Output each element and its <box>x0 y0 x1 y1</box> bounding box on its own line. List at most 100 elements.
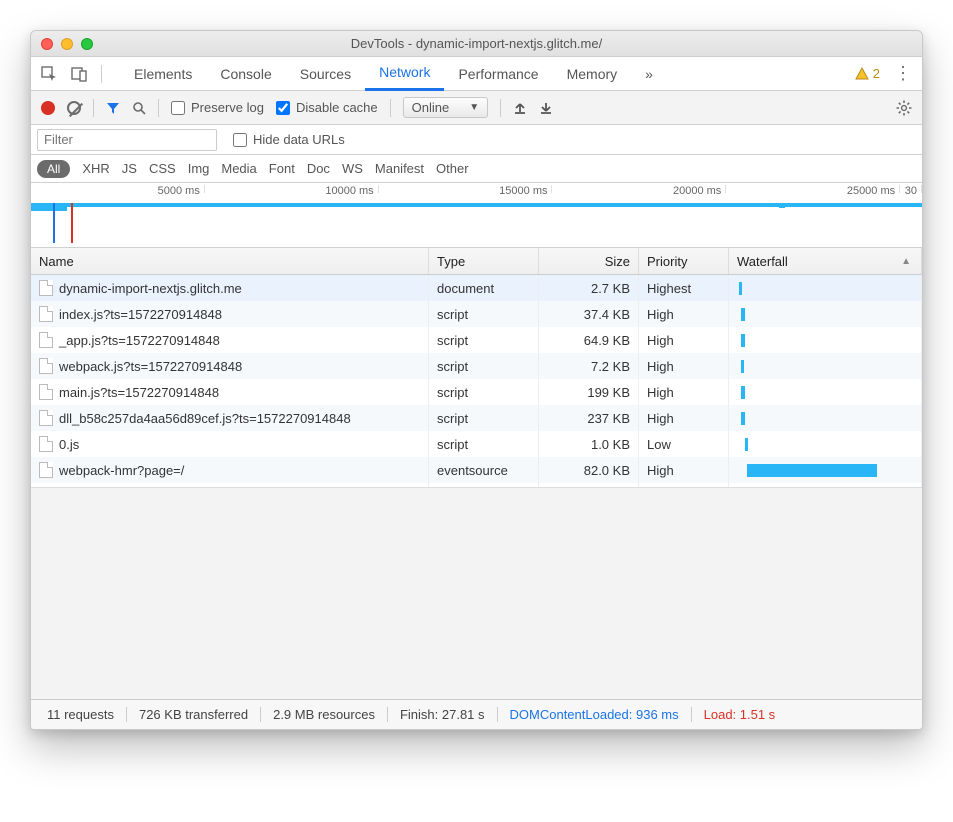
tab-sources[interactable]: Sources <box>286 57 365 91</box>
tick-label: 25000 ms <box>726 185 900 193</box>
file-icon <box>39 358 53 374</box>
minimize-window-button[interactable] <box>61 38 73 50</box>
status-transferred: 726 KB transferred <box>127 707 261 722</box>
settings-gear-icon[interactable] <box>896 100 912 116</box>
import-har-icon[interactable] <box>513 101 527 115</box>
col-waterfall-header[interactable]: Waterfall ▲ <box>729 248 922 274</box>
col-waterfall-label: Waterfall <box>737 254 788 269</box>
table-empty-area <box>31 487 922 700</box>
search-icon[interactable] <box>132 101 146 115</box>
type-font[interactable]: Font <box>269 161 295 176</box>
divider <box>390 99 391 117</box>
divider <box>93 99 94 117</box>
col-type-header[interactable]: Type <box>429 248 539 274</box>
preserve-log-input[interactable] <box>171 101 185 115</box>
tab-network[interactable]: Network <box>365 57 444 91</box>
table-row[interactable]: webpack.js?ts=1572270914848 script 7.2 KB H… <box>31 353 922 379</box>
col-size-header[interactable]: Size <box>539 248 639 274</box>
table-row[interactable]: webpack-hmr?page=/eventsource81.7 KBHigh <box>31 483 922 487</box>
warning-badge[interactable]: 2 <box>855 66 880 81</box>
file-icon <box>39 384 53 400</box>
cell-name: index.js?ts=1572270914848 <box>59 307 222 322</box>
requests-table: Name Type Size Priority Waterfall ▲ dyna… <box>31 248 922 699</box>
hide-data-urls-input[interactable] <box>233 133 247 147</box>
table-row[interactable]: dll_b58c257da4aa56d89cef.js?ts=157227091… <box>31 405 922 431</box>
cell-waterfall <box>729 483 922 487</box>
tab-console[interactable]: Console <box>206 57 285 91</box>
tick-label: 30 <box>900 185 922 193</box>
file-icon <box>39 332 53 348</box>
more-menu-icon[interactable]: ⋮ <box>894 63 912 84</box>
type-doc[interactable]: Doc <box>307 161 330 176</box>
cell-priority: High <box>647 333 674 348</box>
hide-data-urls-checkbox[interactable]: Hide data URLs <box>233 132 345 147</box>
cell-priority: High <box>647 463 674 478</box>
file-icon <box>39 410 53 426</box>
export-har-icon[interactable] <box>539 101 553 115</box>
clear-button[interactable] <box>67 101 81 115</box>
tab-memory[interactable]: Memory <box>553 57 632 91</box>
type-xhr[interactable]: XHR <box>82 161 109 176</box>
table-row[interactable]: main.js?ts=1572270914848script199 KBHigh <box>31 379 922 405</box>
device-toolbar-icon[interactable] <box>71 66 87 82</box>
col-priority-header[interactable]: Priority <box>639 248 729 274</box>
panel-tabs: Elements Console Sources Network Perform… <box>120 57 667 91</box>
cell-name: 0.js <box>59 437 79 452</box>
cell-priority: Highest <box>647 281 691 296</box>
preserve-log-checkbox[interactable]: Preserve log <box>171 100 264 115</box>
devtools-window: DevTools - dynamic-import-nextjs.glitch.… <box>30 30 923 730</box>
type-other[interactable]: Other <box>436 161 469 176</box>
type-js[interactable]: JS <box>122 161 137 176</box>
cell-priority: High <box>647 307 674 322</box>
filter-input[interactable] <box>37 129 217 151</box>
file-icon <box>39 462 53 478</box>
type-img[interactable]: Img <box>188 161 210 176</box>
status-domcontentloaded: DOMContentLoaded: 936 ms <box>498 707 692 722</box>
filter-toggle-icon[interactable] <box>106 101 120 115</box>
cell-name: webpack-hmr?page=/ <box>59 463 184 478</box>
status-resources: 2.9 MB resources <box>261 707 388 722</box>
table-row[interactable]: 0.jsscript1.0 KBLow <box>31 431 922 457</box>
tab-elements[interactable]: Elements <box>120 57 206 91</box>
cell-priority: High <box>647 359 674 374</box>
cell-type: script <box>437 359 468 374</box>
cell-name: webpack.js?ts=1572270914848 <box>59 359 242 374</box>
table-row[interactable]: _app.js?ts=1572270914848script64.9 KBHig… <box>31 327 922 353</box>
type-media[interactable]: Media <box>221 161 256 176</box>
cell-priority: Low <box>647 437 671 452</box>
throttling-select[interactable]: Online ▼ <box>403 97 488 118</box>
record-button[interactable] <box>41 101 55 115</box>
cell-size: 37.4 KB <box>584 307 630 322</box>
overview-timeline[interactable]: 5000 ms 10000 ms 15000 ms 20000 ms 25000… <box>31 183 922 248</box>
col-name-header[interactable]: Name <box>31 248 429 274</box>
type-css[interactable]: CSS <box>149 161 176 176</box>
inspect-element-icon[interactable] <box>41 66 57 82</box>
type-all[interactable]: All <box>37 160 70 178</box>
cell-waterfall <box>729 353 922 379</box>
close-window-button[interactable] <box>41 38 53 50</box>
table-header: Name Type Size Priority Waterfall ▲ <box>31 248 922 275</box>
cell-size: 199 KB <box>587 385 630 400</box>
type-ws[interactable]: WS <box>342 161 363 176</box>
table-row[interactable]: webpack-hmr?page=/eventsource82.0 KBHigh <box>31 457 922 483</box>
panel-tabs-row: Elements Console Sources Network Perform… <box>31 57 922 91</box>
type-manifest[interactable]: Manifest <box>375 161 424 176</box>
status-bar: 11 requests 726 KB transferred 2.9 MB re… <box>31 699 922 729</box>
disable-cache-checkbox[interactable]: Disable cache <box>276 100 378 115</box>
cell-size: 64.9 KB <box>584 333 630 348</box>
disable-cache-input[interactable] <box>276 101 290 115</box>
status-finish: Finish: 27.81 s <box>388 707 498 722</box>
tabs-overflow[interactable]: » <box>631 57 667 91</box>
file-icon <box>39 280 53 296</box>
zoom-window-button[interactable] <box>81 38 93 50</box>
window-title: DevTools - dynamic-import-nextjs.glitch.… <box>31 36 922 51</box>
cell-priority: High <box>647 411 674 426</box>
table-row[interactable]: index.js?ts=1572270914848script37.4 KBHi… <box>31 301 922 327</box>
cell-type: script <box>437 437 468 452</box>
table-row[interactable]: dynamic-import-nextjs.glitch.medocument2… <box>31 275 922 301</box>
tab-performance[interactable]: Performance <box>444 57 552 91</box>
divider <box>158 99 159 117</box>
cell-size: 7.2 KB <box>591 359 630 374</box>
cell-name: _app.js?ts=1572270914848 <box>59 333 220 348</box>
preserve-log-label: Preserve log <box>191 100 264 115</box>
